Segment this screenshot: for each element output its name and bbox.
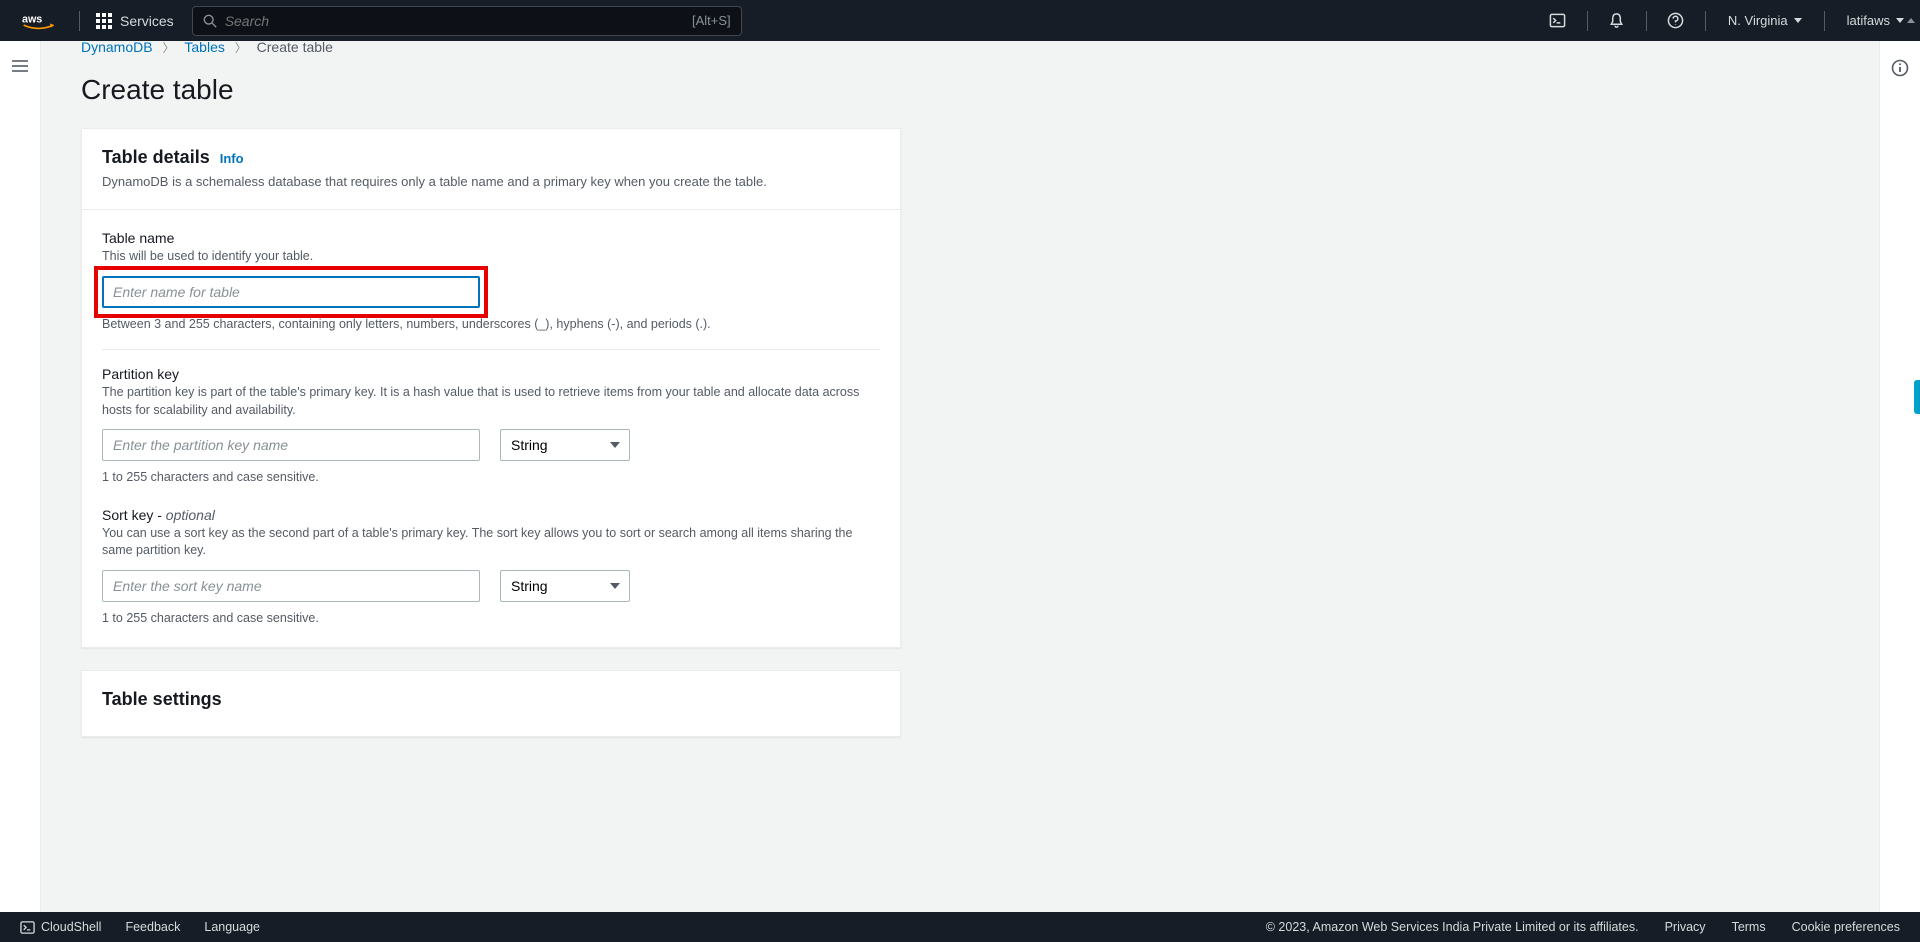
tools-panel-toggle[interactable] [1879, 41, 1920, 912]
sort-key-type-select[interactable]: String [500, 570, 630, 602]
region-label: N. Virginia [1728, 13, 1788, 28]
sort-key-label-row: Sort key - optional [102, 507, 880, 523]
breadcrumb-service[interactable]: DynamoDB [81, 41, 153, 55]
hamburger-icon [11, 59, 29, 73]
aws-logo[interactable]: aws [22, 11, 55, 31]
search-shortcut: [Alt+S] [692, 13, 731, 28]
cloudshell-button[interactable]: CloudShell [20, 920, 101, 935]
panel-description: DynamoDB is a schemaless database that r… [102, 174, 880, 189]
sort-key-input[interactable] [102, 570, 480, 602]
chevron-down-icon [1896, 18, 1904, 23]
region-selector[interactable]: N. Virginia [1712, 0, 1818, 41]
main-content: DynamoDB 〉 Tables 〉 Create table Create … [41, 41, 1879, 912]
chevron-right-icon: 〉 [235, 41, 247, 55]
sort-key-optional: optional [166, 507, 215, 523]
cloudshell-icon [20, 920, 35, 935]
sort-key-hint: You can use a sort key as the second par… [102, 525, 880, 560]
footer: CloudShell Feedback Language © 2023, Ama… [0, 912, 1920, 942]
account-label: latifaws [1847, 13, 1890, 28]
svg-text:aws: aws [22, 13, 42, 25]
search-input[interactable] [225, 13, 692, 29]
grid-icon [96, 13, 112, 29]
nav-separator [1824, 11, 1825, 31]
cookie-prefs-link[interactable]: Cookie preferences [1792, 920, 1900, 934]
table-name-input[interactable] [102, 276, 480, 308]
terms-link[interactable]: Terms [1732, 920, 1766, 934]
table-name-hint: This will be used to identify your table… [102, 248, 880, 266]
nav-separator [1646, 11, 1647, 31]
panel-title: Table settings [102, 689, 222, 710]
global-search[interactable]: [Alt+S] [192, 6, 742, 36]
scroll-up-indicator [1905, 0, 1917, 41]
app-body: DynamoDB 〉 Tables 〉 Create table Create … [0, 41, 1920, 912]
content-column: Table details Info DynamoDB is a schemal… [81, 128, 901, 737]
breadcrumb-current: Create table [257, 41, 333, 55]
language-selector[interactable]: Language [204, 920, 260, 934]
nav-separator [79, 11, 80, 31]
info-circle-icon [1891, 59, 1909, 77]
feedback-link[interactable]: Feedback [125, 920, 180, 934]
table-details-panel: Table details Info DynamoDB is a schemal… [81, 128, 901, 648]
partition-key-type-select[interactable]: String [500, 429, 630, 461]
cloudshell-label: CloudShell [41, 920, 101, 934]
panel-title: Table details [102, 147, 210, 168]
sort-key-type[interactable]: String [500, 570, 630, 602]
breadcrumb-tables[interactable]: Tables [184, 41, 224, 55]
divider [102, 349, 880, 350]
sort-key-label: Sort key - [102, 507, 166, 523]
table-settings-panel: Table settings [81, 670, 901, 737]
services-label: Services [120, 13, 174, 29]
partition-key-constraint: 1 to 255 characters and case sensitive. [102, 469, 880, 487]
chevron-down-icon [1794, 18, 1802, 23]
partition-key-type[interactable]: String [500, 429, 630, 461]
panel-header: Table details Info DynamoDB is a schemal… [82, 129, 900, 210]
nav-right: N. Virginia latifaws [1535, 0, 1920, 41]
side-nav-toggle[interactable] [0, 41, 41, 912]
panel-header: Table settings [82, 671, 900, 736]
partition-key-input[interactable] [102, 429, 480, 461]
breadcrumb: DynamoDB 〉 Tables 〉 Create table [81, 41, 1839, 74]
feedback-tab[interactable] [1914, 380, 1920, 414]
services-menu-button[interactable]: Services [86, 0, 184, 41]
cloudshell-icon-button[interactable] [1535, 0, 1581, 41]
page-title: Create table [81, 74, 1839, 106]
nav-separator [1587, 11, 1588, 31]
help-button[interactable] [1653, 0, 1699, 41]
privacy-link[interactable]: Privacy [1665, 920, 1706, 934]
top-nav: aws Services [Alt+S] N. Virginia latifaw… [0, 0, 1920, 41]
sort-key-constraint: 1 to 255 characters and case sensitive. [102, 610, 880, 628]
chevron-right-icon: 〉 [162, 41, 174, 55]
table-name-highlight [102, 276, 480, 308]
notifications-button[interactable] [1594, 0, 1640, 41]
table-name-constraint: Between 3 and 255 characters, containing… [102, 316, 880, 334]
search-icon [203, 14, 217, 28]
copyright: © 2023, Amazon Web Services India Privat… [1266, 920, 1639, 934]
panel-body: Table name This will be used to identify… [82, 210, 900, 647]
info-link[interactable]: Info [220, 151, 244, 166]
nav-separator [1705, 11, 1706, 31]
partition-key-label: Partition key [102, 366, 880, 382]
partition-key-hint: The partition key is part of the table's… [102, 384, 880, 419]
table-name-label: Table name [102, 230, 880, 246]
